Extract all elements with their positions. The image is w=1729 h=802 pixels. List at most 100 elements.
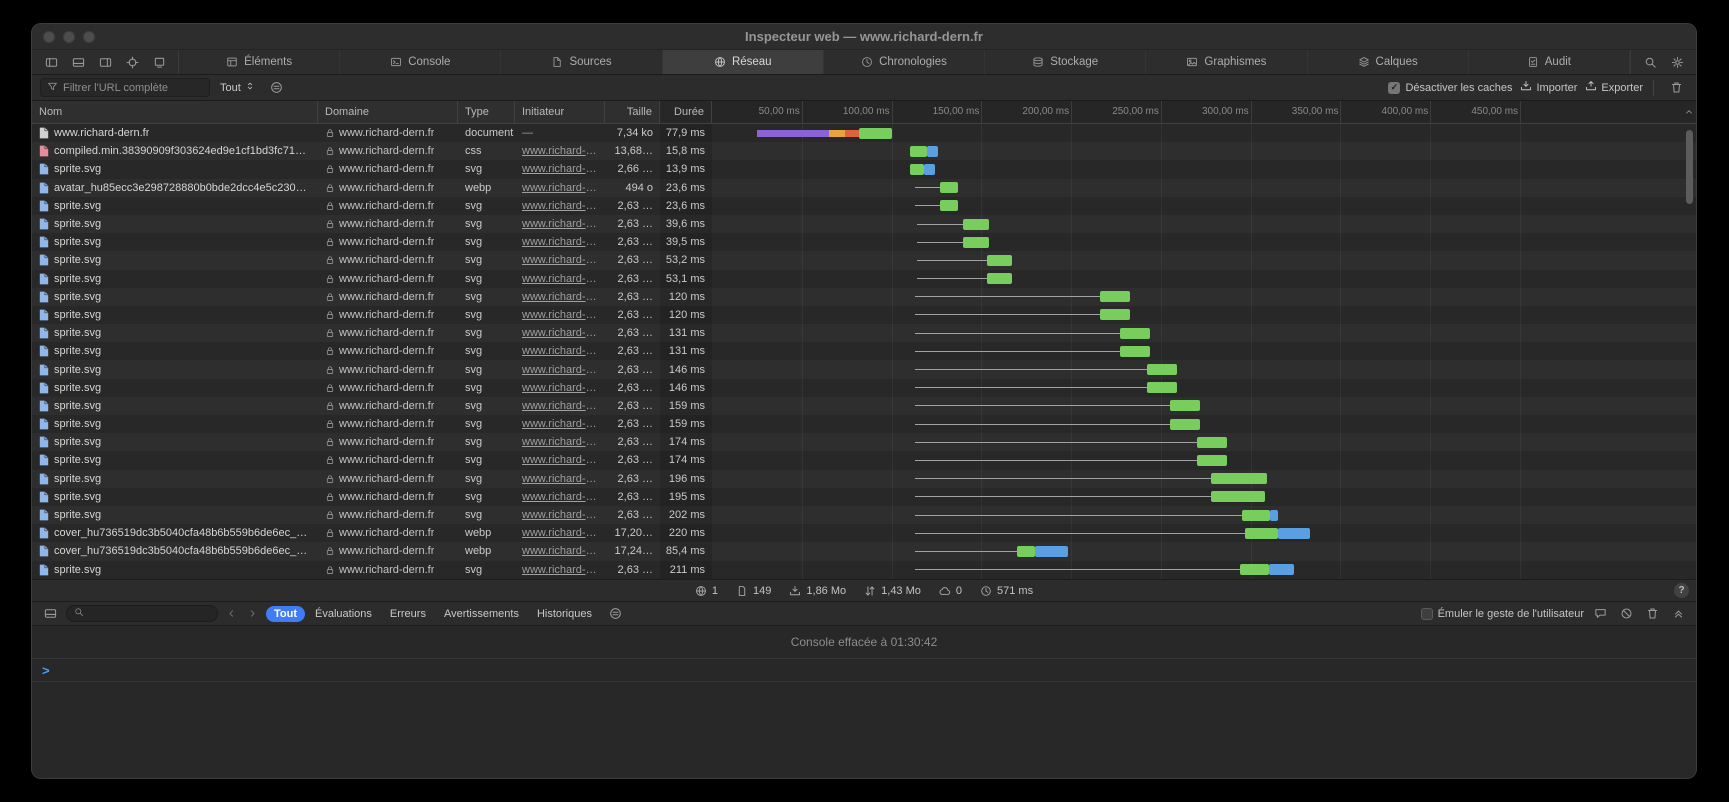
network-row[interactable]: cover_hu736519dc3b5040cfa48b6b559b6de6ec… — [32, 542, 1696, 560]
network-row[interactable]: avatar_hu85ecc3e298728880b0bde2dcc4e5c23… — [32, 179, 1696, 197]
console-scope-tout[interactable]: Tout — [266, 606, 305, 622]
initiator-link[interactable]: www.richard-d… — [522, 364, 598, 376]
clear-network-button[interactable] — [1664, 78, 1688, 97]
initiator-link[interactable]: www.richard-d… — [522, 491, 598, 503]
column-header-type[interactable]: Type — [458, 101, 515, 123]
initiator-link[interactable]: www.richard-d… — [522, 473, 598, 485]
tab-graphics[interactable]: Graphismes — [1146, 50, 1307, 74]
url-filter-input[interactable]: Filtrer l'URL complète — [40, 78, 210, 97]
expand-console-button[interactable] — [1668, 604, 1688, 623]
element-picker-button[interactable] — [120, 53, 144, 72]
tab-elements[interactable]: Éléments — [179, 50, 340, 74]
initiator-link[interactable]: www.richard-d… — [522, 327, 598, 339]
initiator-link[interactable]: www.richard-d… — [522, 382, 598, 394]
network-row[interactable]: sprite.svgwww.richard-dern.frsvgwww.rich… — [32, 488, 1696, 506]
initiator-link[interactable]: www.richard-d… — [522, 273, 598, 285]
network-row[interactable]: sprite.svgwww.richard-dern.frsvgwww.rich… — [32, 288, 1696, 306]
help-button[interactable]: ? — [1674, 583, 1689, 598]
initiator-link[interactable]: www.richard-d… — [522, 454, 598, 466]
dock-right-button[interactable] — [93, 53, 117, 72]
network-row[interactable]: sprite.svgwww.richard-dern.frsvgwww.rich… — [32, 306, 1696, 324]
network-row[interactable]: sprite.svgwww.richard-dern.frsvgwww.rich… — [32, 360, 1696, 378]
initiator-link[interactable]: www.richard-d… — [522, 200, 598, 212]
network-row[interactable]: www.richard-dern.frwww.richard-dern.frdo… — [32, 124, 1696, 142]
initiator-link[interactable]: www.richard-d… — [522, 418, 598, 430]
tab-console[interactable]: Console — [340, 50, 501, 74]
column-header-initiateur[interactable]: Initiateur — [515, 101, 605, 123]
minimize-window-button[interactable] — [63, 31, 75, 43]
network-row[interactable]: sprite.svgwww.richard-dern.frsvgwww.rich… — [32, 251, 1696, 269]
initiator-link[interactable]: www.richard-d… — [522, 545, 598, 557]
network-row[interactable]: cover_hu736519dc3b5040cfa48b6b559b6de6ec… — [32, 524, 1696, 542]
network-row[interactable]: sprite.svgwww.richard-dern.frsvgwww.rich… — [32, 451, 1696, 469]
console-scope-avertissements[interactable]: Avertissements — [436, 606, 527, 622]
initiator-link[interactable]: www.richard-d… — [522, 527, 598, 539]
console-filter-options-button[interactable] — [606, 604, 626, 623]
initiator-link[interactable]: www.richard-d… — [522, 145, 598, 157]
network-row[interactable]: sprite.svgwww.richard-dern.frsvgwww.rich… — [32, 197, 1696, 215]
network-row[interactable]: sprite.svgwww.richard-dern.frsvgwww.rich… — [32, 415, 1696, 433]
network-row[interactable]: sprite.svgwww.richard-dern.frsvgwww.rich… — [32, 561, 1696, 579]
initiator-link[interactable]: www.richard-d… — [522, 182, 598, 194]
console-scope-historiques[interactable]: Historiques — [529, 606, 600, 622]
network-row[interactable]: compiled.min.38390909f303624ed9e1cf1bd3f… — [32, 142, 1696, 160]
search-button[interactable] — [1638, 53, 1662, 72]
dock-left-button[interactable] — [39, 53, 63, 72]
network-row[interactable]: sprite.svgwww.richard-dern.frsvgwww.rich… — [32, 270, 1696, 288]
zoom-window-button[interactable] — [83, 31, 95, 43]
vertical-scrollbar[interactable] — [1686, 130, 1693, 204]
initiator-link[interactable]: www.richard-d… — [522, 291, 598, 303]
initiator-link[interactable]: www.richard-d… — [522, 564, 598, 576]
initiator-link[interactable]: www.richard-d… — [522, 163, 598, 175]
network-row[interactable]: sprite.svgwww.richard-dern.frsvgwww.rich… — [32, 470, 1696, 488]
console-scope-evaluations[interactable]: Évaluations — [307, 606, 380, 622]
console-search-input[interactable] — [66, 605, 218, 622]
network-row[interactable]: sprite.svgwww.richard-dern.frsvgwww.rich… — [32, 506, 1696, 524]
network-row[interactable]: sprite.svgwww.richard-dern.frsvgwww.rich… — [32, 160, 1696, 178]
network-row[interactable]: sprite.svgwww.richard-dern.frsvgwww.rich… — [32, 342, 1696, 360]
filter-options-button[interactable] — [265, 78, 289, 97]
device-settings-button[interactable] — [147, 53, 171, 72]
settings-button[interactable] — [1665, 53, 1689, 72]
console-input-area[interactable] — [32, 682, 1696, 778]
import-button[interactable]: Importer — [1520, 80, 1577, 95]
initiator-link[interactable]: www.richard-d… — [522, 236, 598, 248]
tab-sources[interactable]: Sources — [501, 50, 662, 74]
emulate-user-gesture-checkbox[interactable]: Émuler le geste de l'utilisateur — [1421, 608, 1584, 620]
previous-result-button[interactable] — [224, 608, 239, 619]
column-header-nom[interactable]: Nom — [32, 101, 318, 123]
column-header-domaine[interactable]: Domaine — [318, 101, 458, 123]
initiator-link[interactable]: www.richard-d… — [522, 436, 598, 448]
network-row[interactable]: sprite.svgwww.richard-dern.frsvgwww.rich… — [32, 324, 1696, 342]
initiator-link[interactable]: www.richard-d… — [522, 218, 598, 230]
tab-layers[interactable]: Calques — [1308, 50, 1469, 74]
column-header-taille[interactable]: Taille — [605, 101, 660, 123]
network-row[interactable]: sprite.svgwww.richard-dern.frsvgwww.rich… — [32, 379, 1696, 397]
console-scope-erreurs[interactable]: Erreurs — [382, 606, 434, 622]
dock-bottom-button[interactable] — [66, 53, 90, 72]
column-header-duree[interactable]: Durée — [660, 101, 712, 123]
scroll-top-button[interactable] — [1684, 101, 1694, 123]
initiator-link[interactable]: www.richard-d… — [522, 509, 598, 521]
next-result-button[interactable] — [245, 608, 260, 619]
network-row[interactable]: sprite.svgwww.richard-dern.frsvgwww.rich… — [32, 215, 1696, 233]
initiator-link[interactable]: www.richard-d… — [522, 400, 598, 412]
console-messages-button[interactable] — [1590, 604, 1610, 623]
tab-audit[interactable]: Audit — [1469, 50, 1630, 74]
tab-storage[interactable]: Stockage — [985, 50, 1146, 74]
clear-console-button[interactable] — [1616, 604, 1636, 623]
network-row[interactable]: sprite.svgwww.richard-dern.frsvgwww.rich… — [32, 233, 1696, 251]
console-trash-button[interactable] — [1642, 604, 1662, 623]
initiator-link[interactable]: www.richard-d… — [522, 254, 598, 266]
console-prompt[interactable]: > — [32, 659, 1696, 682]
disable-caches-checkbox[interactable]: ✓ Désactiver les caches — [1388, 82, 1512, 94]
console-panel-button[interactable] — [40, 604, 60, 623]
tab-network[interactable]: Réseau — [663, 50, 824, 74]
export-button[interactable]: Exporter — [1585, 80, 1643, 95]
initiator-link[interactable]: www.richard-d… — [522, 345, 598, 357]
close-window-button[interactable] — [43, 31, 55, 43]
resource-type-select[interactable]: Tout — [218, 81, 257, 94]
initiator-link[interactable]: www.richard-d… — [522, 309, 598, 321]
network-row[interactable]: sprite.svgwww.richard-dern.frsvgwww.rich… — [32, 397, 1696, 415]
tab-timelines[interactable]: Chronologies — [824, 50, 985, 74]
